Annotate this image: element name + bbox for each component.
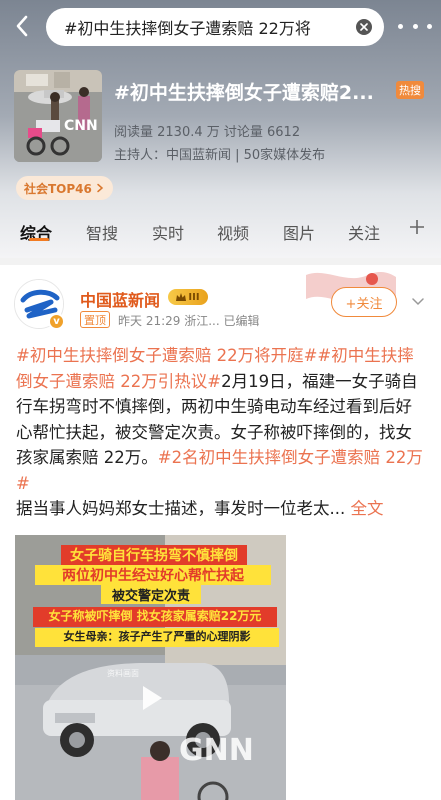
verified-badge: v (48, 313, 65, 330)
expand-full-text-link[interactable]: 全文 (351, 499, 384, 518)
chevron-down-icon[interactable] (409, 293, 427, 311)
chevron-left-icon (16, 15, 28, 37)
back-button[interactable] (6, 10, 38, 42)
tab-bar: 综合 智搜 实时 视频 图片 关注 (0, 210, 441, 258)
search-query: #初中生扶摔倒女子遭索赔 22万将 (64, 19, 311, 38)
post-meta: 昨天 21:29 浙江... 已编辑 (118, 314, 260, 328)
post-paragraph: 据当事人妈妈郑女士描述，事发时一位老太... (16, 499, 346, 518)
add-tab-icon[interactable] (409, 216, 425, 241)
post-card: v 中国蓝新闻 III 置顶 昨天 21:29 浙江... 已编辑 +关注 #初… (0, 265, 441, 800)
pinned-tag: 置顶 (80, 311, 110, 328)
video-caption-line: 被交警定次责 (101, 585, 201, 604)
topic-header: #初中生扶摔倒女子遭索赔 22万将 CNN #初中生扶摔倒女子遭索赔2... 热… (0, 0, 441, 258)
hashtag-link[interactable]: #初中生扶摔倒女子遭索赔 22万将开庭# (16, 346, 317, 365)
video-watermark: GNN (179, 733, 254, 768)
author-name[interactable]: 中国蓝新闻 (80, 287, 160, 311)
close-icon (360, 23, 368, 31)
level-badge: III (168, 289, 208, 305)
topic-title: #初中生扶摔倒女子遭索赔2... (114, 82, 374, 104)
topic-stats: 阅读量 2130.4 万 讨论量 6612 (114, 125, 301, 140)
clear-search-button[interactable] (356, 19, 372, 35)
video-caption-line: 女子骑自行车拐弯不慎摔倒 (61, 545, 247, 565)
crown-icon (176, 293, 187, 301)
video-thumbnail[interactable]: 女子骑自行车拐弯不慎摔倒 两位初中生经过好心帮忙扶起 被交警定次责 女子称被吓摔… (15, 535, 286, 800)
post-text: #初中生扶摔倒女子遭索赔 22万将开庭##初中生扶摔倒女子遭索赔 22万引热议#… (16, 343, 426, 522)
tab-smart-search[interactable]: 智搜 (86, 220, 118, 244)
rank-tag[interactable]: 社会TOP46 (16, 176, 113, 200)
more-options-icon[interactable] (398, 14, 432, 38)
search-input[interactable]: #初中生扶摔倒女子遭索赔 22万将 (46, 8, 384, 46)
chevron-right-icon (97, 183, 104, 193)
play-icon[interactable] (136, 683, 166, 713)
tab-video[interactable]: 视频 (217, 220, 249, 244)
topic-thumbnail[interactable]: CNN (14, 70, 102, 162)
hot-badge: 热搜 (396, 81, 424, 99)
follow-button[interactable]: +关注 (331, 287, 397, 317)
video-caption-line: 女生母亲：孩子产生了严重的心理阴影 (35, 628, 279, 647)
svg-text:CNN: CNN (64, 118, 98, 134)
video-caption-line: 女子称被吓摔倒 找女孩家属索赔22万元 (33, 607, 277, 627)
tab-following[interactable]: 关注 (348, 220, 380, 244)
tab-images[interactable]: 图片 (283, 220, 315, 244)
tab-realtime[interactable]: 实时 (152, 220, 184, 244)
rank-tag-label: 社会TOP46 (24, 181, 92, 196)
level-label: III (188, 291, 200, 303)
active-tab-indicator (29, 238, 49, 241)
top-bar: #初中生扶摔倒女子遭索赔 22万将 (0, 0, 441, 52)
video-caption-line: 两位初中生经过好心帮忙扶起 (35, 565, 271, 585)
street-scene-image: CNN (14, 70, 102, 162)
source-mark: 资料画面 (107, 669, 139, 678)
topic-host[interactable]: 主持人：中国蓝新闻 | 50家媒体发布 (114, 144, 325, 163)
